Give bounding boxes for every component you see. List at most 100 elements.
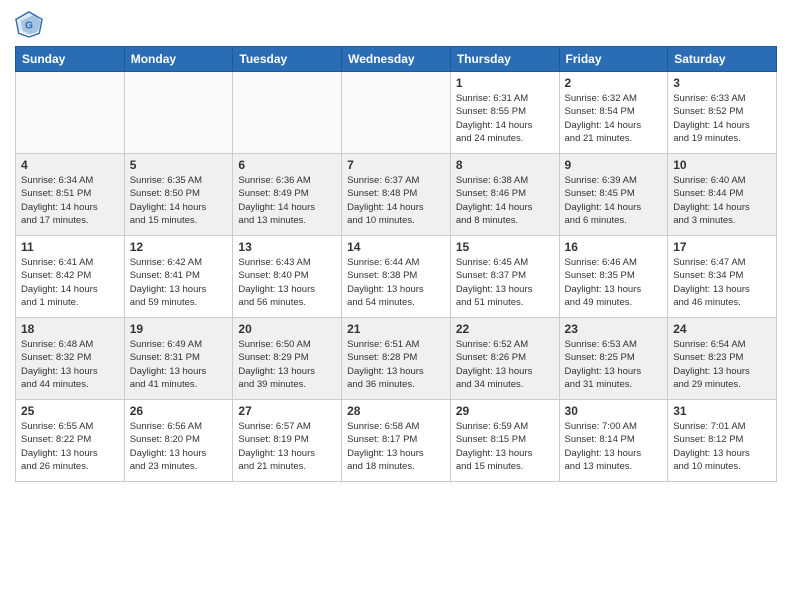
calendar-cell: 18 Sunrise: 6:48 AM Sunset: 8:32 PM Dayli…	[16, 318, 125, 400]
day-number: 3	[673, 76, 771, 90]
day-header-sunday: Sunday	[16, 47, 125, 72]
day-header-tuesday: Tuesday	[233, 47, 342, 72]
calendar-cell: 4 Sunrise: 6:34 AM Sunset: 8:51 PM Daylig…	[16, 154, 125, 236]
day-number: 23	[565, 322, 663, 336]
day-info: Sunrise: 6:50 AM Sunset: 8:29 PM Dayligh…	[238, 338, 336, 391]
day-info: Sunrise: 6:35 AM Sunset: 8:50 PM Dayligh…	[130, 174, 228, 227]
day-number: 5	[130, 158, 228, 172]
calendar-cell: 2 Sunrise: 6:32 AM Sunset: 8:54 PM Daylig…	[559, 72, 668, 154]
calendar-cell: 28Sunrise: 6:58 AM Sunset: 8:17 PM Dayli…	[342, 400, 451, 482]
calendar-cell: 5 Sunrise: 6:35 AM Sunset: 8:50 PM Daylig…	[124, 154, 233, 236]
calendar-cell	[16, 72, 125, 154]
day-number: 30	[565, 404, 663, 418]
calendar-cell: 19Sunrise: 6:49 AM Sunset: 8:31 PM Dayli…	[124, 318, 233, 400]
day-number: 24	[673, 322, 771, 336]
day-info: Sunrise: 6:48 AM Sunset: 8:32 PM Dayligh…	[21, 338, 119, 391]
day-header-thursday: Thursday	[450, 47, 559, 72]
calendar-cell: 7 Sunrise: 6:37 AM Sunset: 8:48 PM Daylig…	[342, 154, 451, 236]
day-info: Sunrise: 6:56 AM Sunset: 8:20 PM Dayligh…	[130, 420, 228, 473]
day-header-monday: Monday	[124, 47, 233, 72]
calendar-table: SundayMondayTuesdayWednesdayThursdayFrid…	[15, 46, 777, 482]
day-number: 17	[673, 240, 771, 254]
day-header-wednesday: Wednesday	[342, 47, 451, 72]
day-info: Sunrise: 6:32 AM Sunset: 8:54 PM Dayligh…	[565, 92, 663, 145]
calendar-cell: 13 Sunrise: 6:43 AM Sunset: 8:40 PM Dayli…	[233, 236, 342, 318]
day-number: 4	[21, 158, 119, 172]
calendar-cell: 14 Sunrise: 6:44 AM Sunset: 8:38 PM Dayli…	[342, 236, 451, 318]
logo-icon: G	[15, 10, 43, 38]
calendar-cell	[124, 72, 233, 154]
calendar-cell: 26 Sunrise: 6:56 AM Sunset: 8:20 PM Dayli…	[124, 400, 233, 482]
day-number: 13	[238, 240, 336, 254]
day-info: Sunrise: 7:01 AM Sunset: 8:12 PM Dayligh…	[673, 420, 771, 473]
day-info: Sunrise: 6:44 AM Sunset: 8:38 PM Dayligh…	[347, 256, 445, 309]
day-info: Sunrise: 6:33 AM Sunset: 8:52 PM Dayligh…	[673, 92, 771, 145]
day-number: 28	[347, 404, 445, 418]
day-info: Sunrise: 6:43 AM Sunset: 8:40 PM Dayligh…	[238, 256, 336, 309]
calendar-cell: 20 Sunrise: 6:50 AM Sunset: 8:29 PM Dayli…	[233, 318, 342, 400]
day-number: 8	[456, 158, 554, 172]
day-number: 7	[347, 158, 445, 172]
day-info: Sunrise: 6:45 AM Sunset: 8:37 PM Dayligh…	[456, 256, 554, 309]
day-number: 25	[21, 404, 119, 418]
day-number: 26	[130, 404, 228, 418]
calendar-week-row: 4 Sunrise: 6:34 AM Sunset: 8:51 PM Daylig…	[16, 154, 777, 236]
page-container: G SundayMondayTuesdayWednesdayThursdayFr…	[0, 0, 792, 612]
calendar-week-row: 18 Sunrise: 6:48 AM Sunset: 8:32 PM Dayli…	[16, 318, 777, 400]
day-info: Sunrise: 6:57 AM Sunset: 8:19 PM Dayligh…	[238, 420, 336, 473]
calendar-cell: 6Sunrise: 6:36 AM Sunset: 8:49 PM Daylig…	[233, 154, 342, 236]
day-number: 10	[673, 158, 771, 172]
day-info: Sunrise: 6:39 AM Sunset: 8:45 PM Dayligh…	[565, 174, 663, 227]
day-info: Sunrise: 6:54 AM Sunset: 8:23 PM Dayligh…	[673, 338, 771, 391]
day-header-friday: Friday	[559, 47, 668, 72]
day-number: 9	[565, 158, 663, 172]
day-info: Sunrise: 6:36 AM Sunset: 8:49 PM Dayligh…	[238, 174, 336, 227]
calendar-cell: 3 Sunrise: 6:33 AM Sunset: 8:52 PM Daylig…	[668, 72, 777, 154]
calendar-cell	[233, 72, 342, 154]
calendar-cell: 16 Sunrise: 6:46 AM Sunset: 8:35 PM Dayli…	[559, 236, 668, 318]
day-info: Sunrise: 6:40 AM Sunset: 8:44 PM Dayligh…	[673, 174, 771, 227]
calendar-cell	[342, 72, 451, 154]
day-number: 19	[130, 322, 228, 336]
calendar-cell: 8Sunrise: 6:38 AM Sunset: 8:46 PM Daylig…	[450, 154, 559, 236]
calendar-week-row: 25 Sunrise: 6:55 AM Sunset: 8:22 PM Dayli…	[16, 400, 777, 482]
day-info: Sunrise: 6:31 AM Sunset: 8:55 PM Dayligh…	[456, 92, 554, 145]
calendar-cell: 30Sunrise: 7:00 AM Sunset: 8:14 PM Dayli…	[559, 400, 668, 482]
calendar-cell: 21 Sunrise: 6:51 AM Sunset: 8:28 PM Dayli…	[342, 318, 451, 400]
calendar-week-row: 1Sunrise: 6:31 AM Sunset: 8:55 PM Daylig…	[16, 72, 777, 154]
day-number: 14	[347, 240, 445, 254]
day-number: 15	[456, 240, 554, 254]
day-info: Sunrise: 6:51 AM Sunset: 8:28 PM Dayligh…	[347, 338, 445, 391]
day-info: Sunrise: 6:59 AM Sunset: 8:15 PM Dayligh…	[456, 420, 554, 473]
day-header-saturday: Saturday	[668, 47, 777, 72]
calendar-cell: 23Sunrise: 6:53 AM Sunset: 8:25 PM Dayli…	[559, 318, 668, 400]
day-info: Sunrise: 6:37 AM Sunset: 8:48 PM Dayligh…	[347, 174, 445, 227]
day-number: 11	[21, 240, 119, 254]
day-number: 2	[565, 76, 663, 90]
day-info: Sunrise: 6:41 AM Sunset: 8:42 PM Dayligh…	[21, 256, 119, 309]
calendar-cell: 1Sunrise: 6:31 AM Sunset: 8:55 PM Daylig…	[450, 72, 559, 154]
calendar-cell: 9 Sunrise: 6:39 AM Sunset: 8:45 PM Daylig…	[559, 154, 668, 236]
day-info: Sunrise: 6:55 AM Sunset: 8:22 PM Dayligh…	[21, 420, 119, 473]
day-info: Sunrise: 6:34 AM Sunset: 8:51 PM Dayligh…	[21, 174, 119, 227]
calendar-cell: 24 Sunrise: 6:54 AM Sunset: 8:23 PM Dayli…	[668, 318, 777, 400]
calendar-cell: 11 Sunrise: 6:41 AM Sunset: 8:42 PM Dayli…	[16, 236, 125, 318]
svg-text:G: G	[25, 21, 33, 32]
day-number: 21	[347, 322, 445, 336]
day-info: Sunrise: 6:52 AM Sunset: 8:26 PM Dayligh…	[456, 338, 554, 391]
day-number: 18	[21, 322, 119, 336]
calendar-cell: 31Sunrise: 7:01 AM Sunset: 8:12 PM Dayli…	[668, 400, 777, 482]
day-info: Sunrise: 6:46 AM Sunset: 8:35 PM Dayligh…	[565, 256, 663, 309]
logo: G	[15, 10, 47, 38]
day-info: Sunrise: 6:42 AM Sunset: 8:41 PM Dayligh…	[130, 256, 228, 309]
day-number: 22	[456, 322, 554, 336]
calendar-cell: 12Sunrise: 6:42 AM Sunset: 8:41 PM Dayli…	[124, 236, 233, 318]
calendar-cell: 29 Sunrise: 6:59 AM Sunset: 8:15 PM Dayli…	[450, 400, 559, 482]
page-header: G	[15, 10, 777, 38]
calendar-cell: 25 Sunrise: 6:55 AM Sunset: 8:22 PM Dayli…	[16, 400, 125, 482]
day-number: 16	[565, 240, 663, 254]
day-number: 29	[456, 404, 554, 418]
calendar-cell: 27Sunrise: 6:57 AM Sunset: 8:19 PM Dayli…	[233, 400, 342, 482]
day-number: 20	[238, 322, 336, 336]
calendar-header-row: SundayMondayTuesdayWednesdayThursdayFrid…	[16, 47, 777, 72]
